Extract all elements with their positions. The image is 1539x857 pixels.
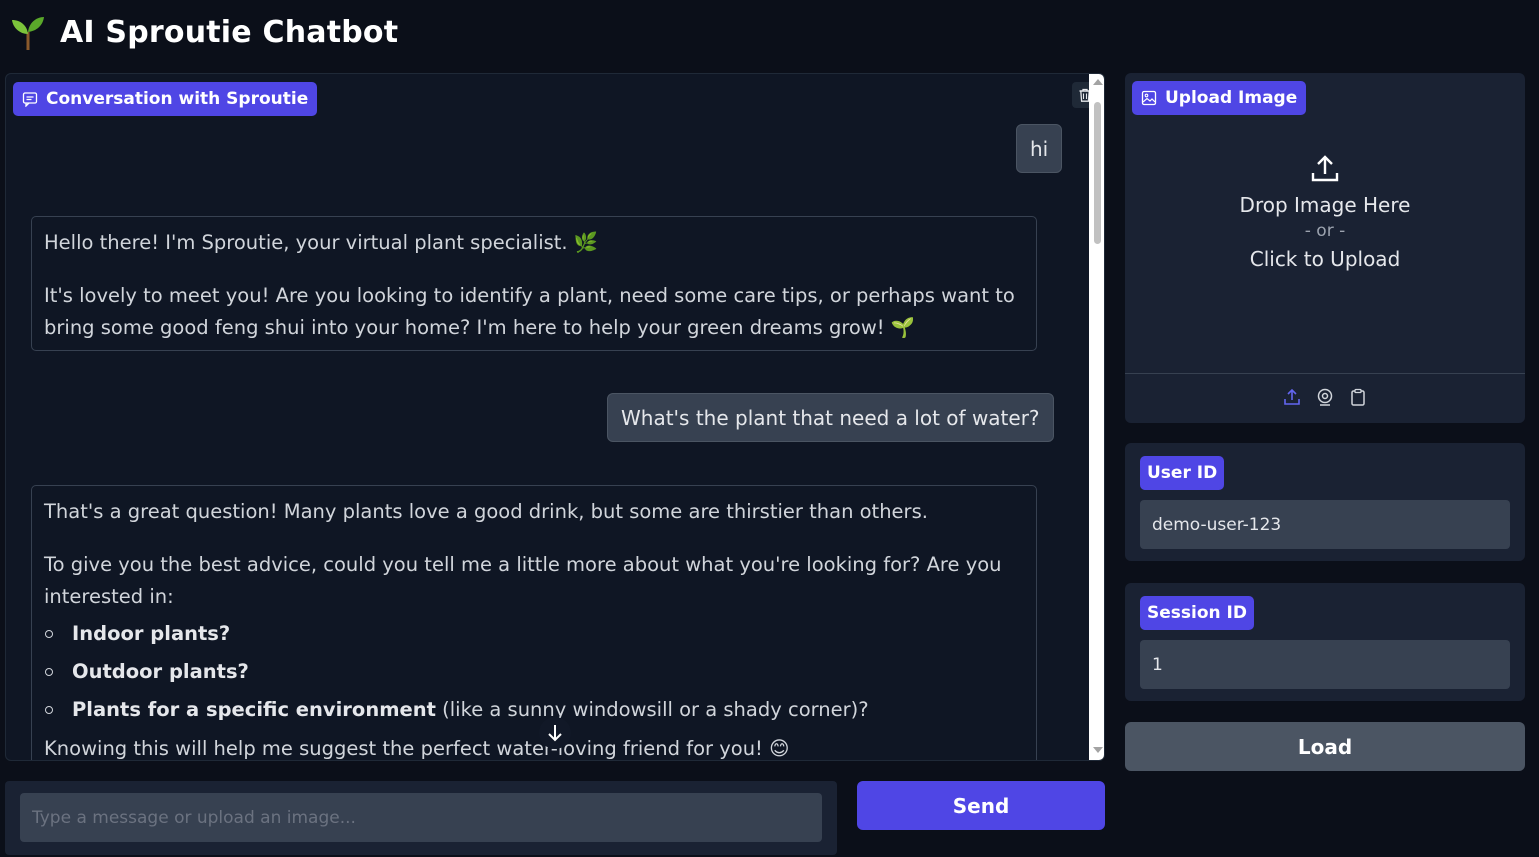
scroll-thumb[interactable]: [1094, 102, 1101, 244]
chat-panel[interactable]: Conversation with Sproutie hi Hello ther…: [5, 73, 1105, 761]
bot-message: Hello there! I'm Sproutie, your virtual …: [31, 216, 1037, 351]
upload-icon: [1284, 388, 1300, 405]
scroll-to-bottom-button[interactable]: [539, 717, 571, 749]
user-message: hi: [1016, 124, 1063, 173]
user-id-label: User ID: [1140, 456, 1225, 490]
drop-image-text: Drop Image Here: [1239, 193, 1411, 217]
send-button[interactable]: Send: [857, 781, 1105, 830]
chat-bubble-icon: [22, 92, 38, 107]
webcam-icon: [1317, 388, 1333, 406]
load-button[interactable]: Load: [1125, 722, 1525, 771]
upload-panel-label: Upload Image: [1132, 81, 1307, 115]
image-drop-zone[interactable]: Drop Image Here - or - Click to Upload: [1125, 153, 1525, 313]
bot-message-list: Indoor plants? Outdoor plants? Plants fo…: [44, 615, 1024, 729]
scroll-up-arrow[interactable]: [1093, 79, 1103, 85]
bot-message-paragraph: That's a great question! Many plants lov…: [44, 500, 928, 523]
session-id-field[interactable]: [1140, 640, 1510, 689]
upload-source-button[interactable]: [1282, 387, 1302, 407]
session-id-label: Session ID: [1140, 596, 1254, 630]
or-text: - or -: [1304, 221, 1346, 241]
scroll-down-arrow[interactable]: [1093, 747, 1103, 753]
bot-message-paragraph: Knowing this will help me suggest the pe…: [44, 737, 790, 760]
chat-panel-label: Conversation with Sproutie: [13, 82, 318, 116]
image-icon: [1141, 90, 1157, 106]
click-to-upload-text: Click to Upload: [1249, 247, 1401, 271]
bot-message-paragraph: It's lovely to meet you! Are you looking…: [44, 284, 1015, 339]
sprout-icon: [12, 17, 44, 50]
bot-message: That's a great question! Many plants lov…: [31, 485, 1037, 760]
page-title: AI Sproutie Chatbot: [60, 14, 399, 50]
app-header: AI Sproutie Chatbot: [10, 10, 398, 54]
image-source-selector: [1125, 387, 1525, 407]
composer: [5, 781, 837, 855]
webcam-source-button[interactable]: [1315, 387, 1335, 407]
list-item: Outdoor plants?: [44, 653, 1024, 691]
list-item: Plants for a specific environment (like …: [44, 691, 1024, 729]
divider: [1125, 373, 1525, 374]
list-item: Indoor plants?: [44, 615, 1024, 653]
upload-icon: [1311, 155, 1339, 182]
user-id-panel: User ID: [1125, 443, 1525, 561]
chat-panel-label-text: Conversation with Sproutie: [46, 89, 309, 109]
user-message: What's the plant that need a lot of wate…: [607, 393, 1054, 442]
clipboard-source-button[interactable]: [1348, 387, 1368, 407]
user-id-field[interactable]: [1140, 500, 1510, 549]
bot-message-paragraph: To give you the best advice, could you t…: [44, 553, 1002, 608]
user-message-text: What's the plant that need a lot of wate…: [621, 405, 1040, 430]
user-message-text: hi: [1030, 136, 1049, 161]
message-input[interactable]: [20, 793, 822, 842]
upload-image-panel: Upload Image Drop Image Here - or - Clic…: [1125, 73, 1525, 423]
upload-panel-label-text: Upload Image: [1165, 88, 1298, 108]
chat-scrollbar[interactable]: [1089, 74, 1104, 760]
clipboard-icon: [1351, 388, 1365, 406]
session-id-panel: Session ID: [1125, 583, 1525, 701]
arrow-down-icon: [548, 725, 562, 742]
bot-message-paragraph: Hello there! I'm Sproutie, your virtual …: [44, 231, 599, 254]
